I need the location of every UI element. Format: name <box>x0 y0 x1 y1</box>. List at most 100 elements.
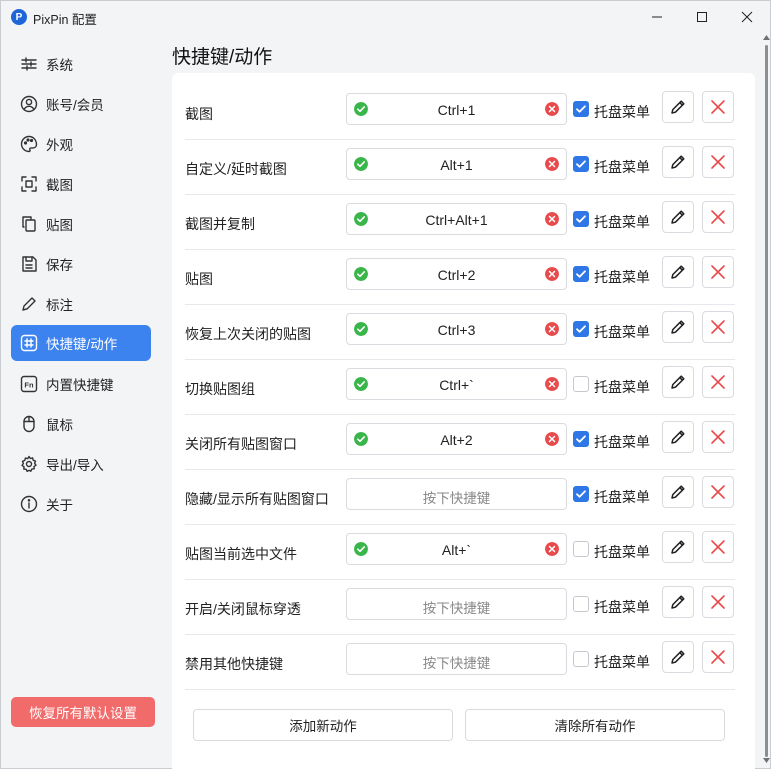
hotkey-value: 按下快捷键 <box>422 656 491 671</box>
mouse-icon <box>19 414 39 434</box>
clear-hotkey-icon[interactable] <box>545 542 559 556</box>
checkmark-icon <box>576 490 586 498</box>
add-action-button[interactable]: 添加新动作 <box>193 709 453 741</box>
pencil-icon <box>671 650 685 664</box>
clear-hotkey-icon[interactable] <box>545 267 559 281</box>
reset-defaults-button[interactable]: 恢复所有默认设置 <box>11 697 155 727</box>
delete-button[interactable] <box>702 146 734 178</box>
edit-button[interactable] <box>662 366 694 398</box>
clear-hotkey-icon[interactable] <box>545 212 559 226</box>
edit-button[interactable] <box>662 201 694 233</box>
hotkey-input[interactable]: Ctrl+3 <box>346 313 567 345</box>
sidebar-item-5[interactable]: 保存 <box>11 246 151 282</box>
edit-button[interactable] <box>662 311 694 343</box>
delete-button[interactable] <box>702 91 734 123</box>
sidebar-item-1[interactable]: 账号/会员 <box>11 86 151 122</box>
page-title: 快捷键/动作 <box>172 47 273 68</box>
tray-menu-checkbox[interactable] <box>573 321 589 337</box>
delete-button[interactable] <box>702 641 734 673</box>
maximize-button[interactable] <box>679 1 725 33</box>
checkmark-icon <box>576 270 586 278</box>
delete-button[interactable] <box>702 201 734 233</box>
scroll-down-icon[interactable] <box>763 758 770 763</box>
pencil-icon <box>671 595 685 609</box>
hotkey-value: Ctrl+3 <box>437 322 476 338</box>
pencil-icon <box>671 155 685 169</box>
edit-button[interactable] <box>662 256 694 288</box>
edit-button[interactable] <box>662 421 694 453</box>
tray-menu-checkbox[interactable] <box>573 101 589 117</box>
tray-menu-checkbox[interactable] <box>573 156 589 172</box>
tray-menu-label: 托盘菜单 <box>594 214 650 230</box>
edit-button[interactable] <box>662 476 694 508</box>
hotkey-input[interactable]: Alt+` <box>346 533 567 565</box>
hotkey-row: 禁用其他快捷键 按下快捷键 托盘菜单 <box>185 635 735 690</box>
hash-key-icon <box>19 333 39 353</box>
close-button[interactable] <box>724 1 770 33</box>
close-icon <box>741 11 753 23</box>
edit-button[interactable] <box>662 91 694 123</box>
delete-button[interactable] <box>702 476 734 508</box>
tray-menu-checkbox[interactable] <box>573 541 589 557</box>
hotkey-input[interactable]: Alt+1 <box>346 148 567 180</box>
hotkey-input[interactable]: Ctrl+2 <box>346 258 567 290</box>
clear-hotkey-icon[interactable] <box>545 157 559 171</box>
edit-button[interactable] <box>662 586 694 618</box>
tray-menu-checkbox[interactable] <box>573 596 589 612</box>
hotkey-value: Alt+2 <box>440 432 473 448</box>
hotkey-row: 关闭所有贴图窗口 Alt+2 托盘菜单 <box>185 415 735 470</box>
delete-x-icon <box>711 540 725 554</box>
tray-menu-checkbox[interactable] <box>573 266 589 282</box>
delete-button[interactable] <box>702 531 734 563</box>
clear-hotkey-icon[interactable] <box>545 102 559 116</box>
tray-menu-checkbox[interactable] <box>573 651 589 667</box>
delete-button[interactable] <box>702 311 734 343</box>
sidebar-item-0[interactable]: 系统 <box>11 46 151 82</box>
minimize-icon <box>652 16 662 18</box>
hotkey-input[interactable]: 按下快捷键 <box>346 643 567 675</box>
sidebar-item-2[interactable]: 外观 <box>11 126 151 162</box>
scrollbar-thumb[interactable] <box>765 45 768 757</box>
hotkey-input[interactable]: Ctrl+Alt+1 <box>346 203 567 235</box>
tray-menu-checkbox[interactable] <box>573 376 589 392</box>
sidebar-item-label: 导出/导入 <box>46 458 104 473</box>
hotkey-input[interactable]: 按下快捷键 <box>346 588 567 620</box>
clear-hotkey-icon[interactable] <box>545 377 559 391</box>
minimize-button[interactable] <box>634 1 680 33</box>
info-icon <box>19 494 39 514</box>
sidebar-item-7[interactable]: 快捷键/动作 <box>11 325 151 361</box>
edit-button[interactable] <box>662 531 694 563</box>
hotkey-input[interactable]: Alt+2 <box>346 423 567 455</box>
delete-button[interactable] <box>702 256 734 288</box>
sidebar-item-11[interactable]: 关于 <box>11 486 151 522</box>
sidebar-item-3[interactable]: 截图 <box>11 166 151 202</box>
hotkey-input[interactable]: Ctrl+1 <box>346 93 567 125</box>
hotkey-value: Ctrl+1 <box>437 102 476 118</box>
tray-menu-label: 托盘菜单 <box>594 159 650 175</box>
sidebar-item-10[interactable]: 导出/导入 <box>11 446 151 482</box>
sidebar-item-label: 鼠标 <box>46 418 73 433</box>
edit-button[interactable] <box>662 641 694 673</box>
hotkey-input[interactable]: Ctrl+` <box>346 368 567 400</box>
tray-menu-label: 托盘菜单 <box>594 489 650 505</box>
delete-button[interactable] <box>702 421 734 453</box>
pencil-icon <box>671 375 685 389</box>
sidebar-item-8[interactable]: Fn 内置快捷键 <box>11 366 151 402</box>
tray-menu-checkbox[interactable] <box>573 486 589 502</box>
delete-button[interactable] <box>702 366 734 398</box>
hotkey-input[interactable]: 按下快捷键 <box>346 478 567 510</box>
tray-menu-checkbox[interactable] <box>573 431 589 447</box>
delete-button[interactable] <box>702 586 734 618</box>
delete-x-icon <box>711 650 725 664</box>
sidebar-item-6[interactable]: 标注 <box>11 286 151 322</box>
hotkey-value: Ctrl+` <box>439 377 474 393</box>
edit-button[interactable] <box>662 146 694 178</box>
sidebar-item-9[interactable]: 鼠标 <box>11 406 151 442</box>
tray-menu-checkbox[interactable] <box>573 211 589 227</box>
scroll-up-icon[interactable] <box>763 35 770 40</box>
sidebar-item-4[interactable]: 贴图 <box>11 206 151 242</box>
palette-icon <box>19 134 39 154</box>
clear-hotkey-icon[interactable] <box>545 432 559 446</box>
clear-actions-button[interactable]: 清除所有动作 <box>465 709 725 741</box>
clear-hotkey-icon[interactable] <box>545 322 559 336</box>
